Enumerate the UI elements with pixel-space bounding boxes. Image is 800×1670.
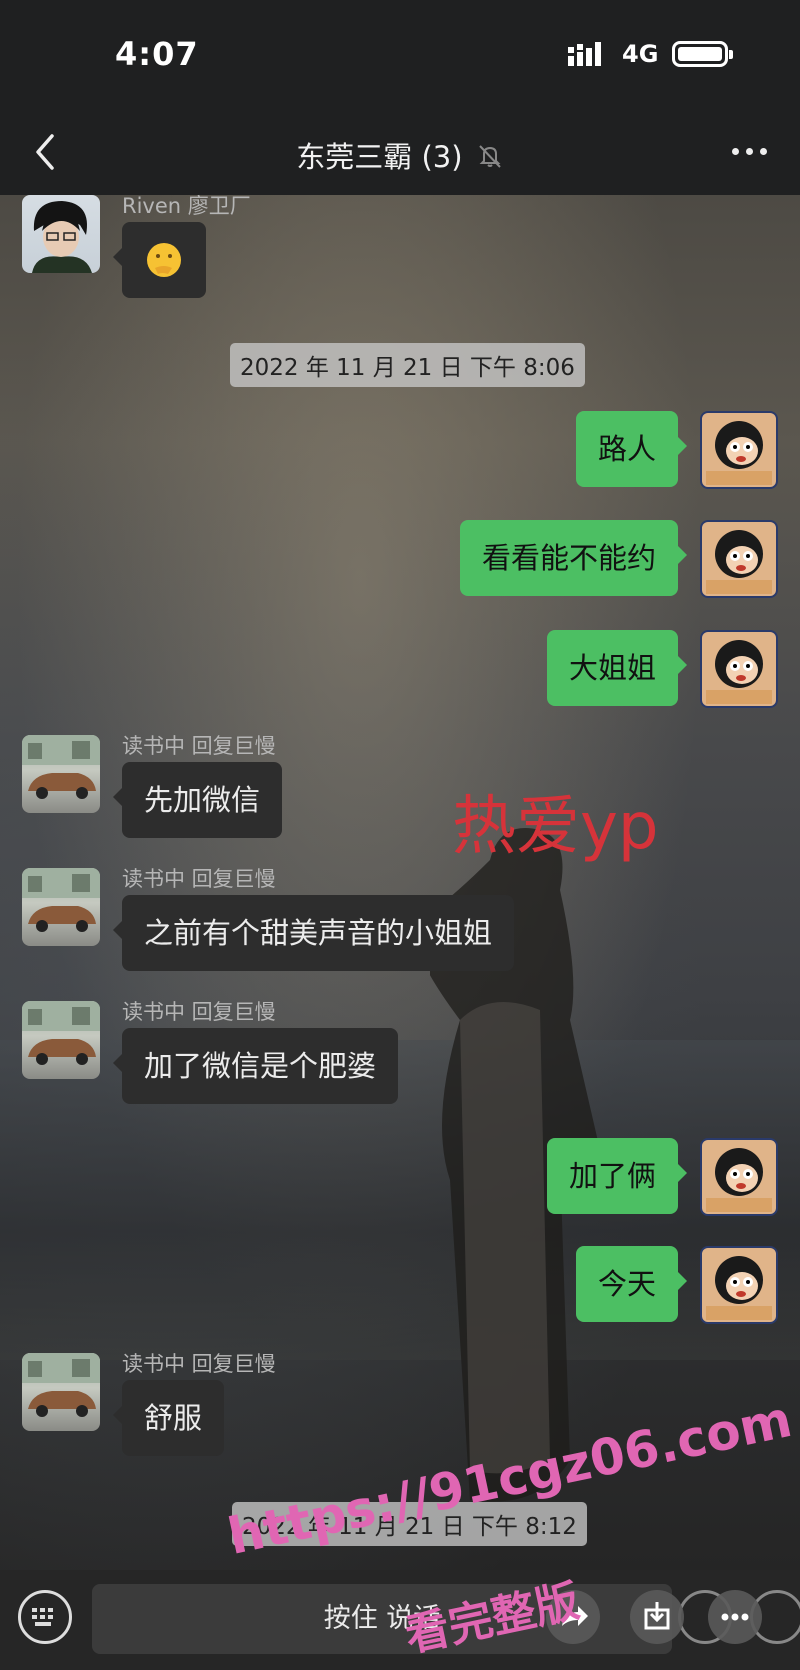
avatar-self[interactable] [700,1246,778,1324]
keyboard-glyph-icon [32,1608,53,1626]
avatar-cartoon-illustration [706,421,772,485]
more-actions-icon[interactable] [708,1590,762,1644]
sender-name: 读书中 回复巨慢 [122,1352,276,1376]
overlay-text: 热爱yp [452,790,659,864]
download-box-icon [644,1602,670,1630]
avatar-cartoon-illustration [706,1256,772,1320]
avatar-car-illustration [22,868,100,932]
network-type: 4G [622,40,659,68]
avatar-cartoon-illustration [706,1148,772,1212]
sender-name: 读书中 回复巨慢 [122,734,276,758]
message-bubble-incoming[interactable] [113,222,206,298]
avatar-cartoon-illustration [706,640,772,704]
avatar-car-illustration [22,1001,100,1065]
message-bubble-incoming[interactable]: 之前有个甜美声音的小姐姐 [112,895,515,971]
message-bubble-outgoing[interactable]: 加了俩 [546,1138,688,1214]
timestamp: 2022 年 11 月 21 日 下午 8:06 [230,343,585,387]
avatar-boy-illustration [32,201,92,273]
avatar-self[interactable] [700,630,778,708]
chat-title-wrap: 东莞三霸 (3) [0,134,800,176]
more-dot-icon [760,148,767,155]
more-dot-icon [732,148,739,155]
avatar-riven[interactable] [22,195,100,273]
message-bubble-outgoing[interactable]: 看看能不能约 [459,520,688,596]
sender-name: 读书中 回复巨慢 [122,1000,276,1024]
message-bubble-outgoing[interactable]: 大姐姐 [546,630,688,706]
input-bar: 按住 说话 [0,1570,800,1670]
keyboard-icon[interactable] [18,1590,72,1644]
chat-title: 东莞三霸 (3) [296,140,463,174]
more-dot-icon [746,148,753,155]
message-bubble-incoming[interactable]: 舒服 [112,1380,225,1456]
avatar-reader[interactable] [22,735,100,813]
save-download-icon[interactable] [630,1590,684,1644]
thinking-emoji-icon [147,243,181,277]
mute-bell-icon [479,145,501,168]
avatar-self[interactable] [700,411,778,489]
avatar-car-illustration [22,1353,100,1417]
avatar-self[interactable] [700,1138,778,1216]
avatar-reader[interactable] [22,1353,100,1431]
avatar-reader[interactable] [22,1001,100,1079]
sender-name: 读书中 回复巨慢 [122,867,276,891]
avatar-cartoon-illustration [706,530,772,594]
message-bubble-incoming[interactable]: 加了微信是个肥婆 [112,1028,399,1104]
status-bar: 4:07 4G [0,0,800,110]
more-options-button[interactable] [730,138,770,162]
battery-icon [672,41,733,67]
ellipsis-icon [721,1613,749,1621]
signal-icon [568,42,601,66]
chat-background [0,195,800,1570]
avatar-reader[interactable] [22,868,100,946]
status-time: 4:07 [115,35,199,73]
sender-name: Riven 廖卫厂 [122,194,251,218]
chat-background-sea [0,1040,800,1360]
avatar-self[interactable] [700,520,778,598]
chat-header: 东莞三霸 (3) [0,110,800,195]
message-bubble-incoming[interactable]: 先加微信 [112,762,283,838]
avatar-car-illustration [22,735,100,799]
message-bubble-outgoing[interactable]: 路人 [575,411,688,487]
message-bubble-outgoing[interactable]: 今天 [575,1246,688,1322]
